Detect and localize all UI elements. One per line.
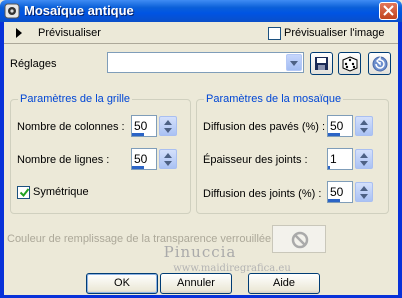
ok-button[interactable]: OK [86, 273, 158, 294]
undo-icon [372, 56, 388, 72]
app-icon [4, 3, 20, 19]
tile-diffusion-spin-buttons[interactable] [355, 116, 373, 136]
columns-spinner[interactable]: 50 [131, 115, 177, 137]
joint-diffusion-spinner[interactable]: 50 [327, 181, 373, 203]
save-preset-button[interactable] [310, 52, 333, 75]
transparency-fill-label: Couleur de remplissage de la transparenc… [7, 233, 278, 245]
joint-thickness-input[interactable]: 1 [327, 148, 353, 170]
disabled-icon [291, 231, 309, 249]
joint-diffusion-label: Diffusion des joints (%) : [203, 188, 322, 200]
rows-spinner[interactable]: 50 [131, 148, 177, 170]
joint-thickness-label: Épaisseur des joints : [203, 154, 308, 166]
title-bar: Mosaïque antique [0, 0, 402, 22]
rows-spin-buttons[interactable] [159, 149, 177, 169]
expand-arrow-icon[interactable] [16, 28, 22, 38]
chevron-down-icon[interactable] [286, 54, 302, 71]
mosaic-settings-title: Paramètres de la mosaïque [204, 93, 344, 105]
presets-label: Réglages [10, 58, 57, 70]
close-button[interactable] [379, 2, 398, 20]
columns-label: Nombre de colonnes : [17, 121, 125, 133]
floppy-disk-icon [315, 57, 328, 70]
rows-label: Nombre de lignes : [17, 154, 110, 166]
preview-image-checkbox[interactable] [268, 27, 281, 40]
help-button[interactable]: Aide [248, 273, 320, 294]
randomize-button[interactable] [338, 52, 361, 75]
mosaic-settings-group: Paramètres de la mosaïque Diffusion des … [196, 93, 389, 214]
rows-slider-bar[interactable] [132, 166, 144, 169]
preview-toggle-label[interactable]: Prévisualiser [38, 27, 101, 39]
joint-thickness-spin-buttons[interactable] [355, 149, 373, 169]
presets-dropdown[interactable] [107, 52, 304, 73]
grid-settings-group: Paramètres de la grille Nombre de colonn… [10, 93, 191, 214]
window-border-left [0, 22, 4, 298]
tile-diffusion-slider-bar[interactable] [328, 133, 340, 136]
fill-color-swatch [272, 225, 326, 253]
symmetric-checkbox[interactable] [17, 186, 30, 199]
window-title: Mosaïque antique [24, 3, 134, 18]
grid-settings-title: Paramètres de la grille [18, 93, 133, 105]
joint-thickness-slider-bar[interactable] [328, 166, 330, 169]
joint-thickness-spinner[interactable]: 1 [327, 148, 373, 170]
window-border-right [398, 22, 402, 298]
columns-slider-bar[interactable] [132, 133, 144, 136]
joint-diffusion-spin-buttons[interactable] [355, 182, 373, 202]
tile-diffusion-label: Diffusion des pavés (%) : [203, 121, 326, 133]
tile-diffusion-spinner[interactable]: 50 [327, 115, 373, 137]
preview-bar: Prévisualiser Prévisualiser l'image [4, 22, 398, 44]
symmetric-label[interactable]: Symétrique [33, 186, 89, 198]
preview-image-label[interactable]: Prévisualiser l'image [284, 27, 385, 39]
watermark-name: Pinuccia [163, 243, 237, 261]
columns-spin-buttons[interactable] [159, 116, 177, 136]
reset-button[interactable] [368, 52, 391, 75]
joint-diffusion-slider-bar[interactable] [328, 199, 340, 202]
dice-icon [342, 56, 358, 72]
cancel-button[interactable]: Annuler [160, 273, 232, 294]
checkmark-icon [19, 188, 30, 198]
close-icon [383, 5, 394, 16]
